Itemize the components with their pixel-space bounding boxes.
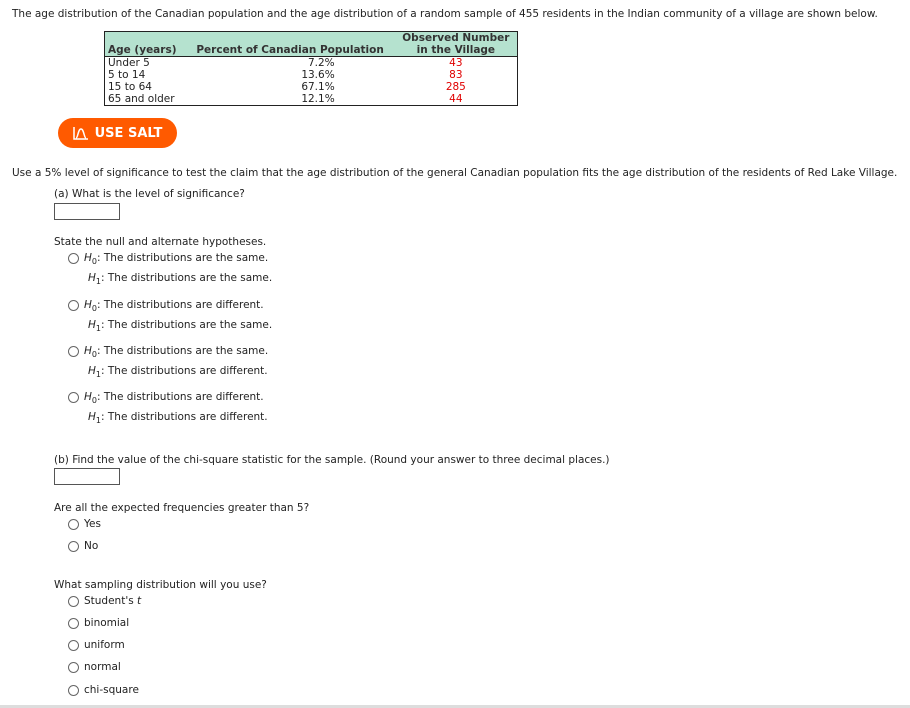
table-row: 5 to 14 13.6% 83 xyxy=(105,69,518,81)
hypothesis-option[interactable]: H0: The distributions are different. xyxy=(68,299,264,313)
age-cell: 5 to 14 xyxy=(108,69,146,81)
radio-button[interactable] xyxy=(68,299,79,311)
radio-button[interactable] xyxy=(68,639,79,651)
hypothesis-option[interactable]: H0: The distributions are the same. xyxy=(68,252,268,266)
expected-prompt: Are all the expected frequencies greater… xyxy=(54,502,310,514)
percent-cell: 12.1% xyxy=(301,93,335,105)
age-cell: 65 and older xyxy=(108,93,175,105)
percent-cell: 7.2% xyxy=(307,57,335,69)
significance-input[interactable] xyxy=(54,203,120,220)
sampling-option[interactable]: uniform xyxy=(68,639,125,651)
distribution-table: Age (years) Percent of Canadian Populati… xyxy=(104,31,518,106)
h1-text: H1: The distributions are the same. xyxy=(88,319,273,334)
observed-cell: 44 xyxy=(449,93,463,105)
bell-curve-icon xyxy=(72,127,88,140)
header-observed: Observed Number in the Village xyxy=(394,31,518,57)
percent-cell: 13.6% xyxy=(301,69,335,81)
radio-button[interactable] xyxy=(68,391,79,403)
header-percent: Percent of Canadian Population xyxy=(185,31,395,57)
sampling-option[interactable]: normal xyxy=(68,661,121,673)
hypothesis-option[interactable]: H0: The distributions are different. xyxy=(68,391,264,405)
radio-button[interactable] xyxy=(68,518,79,530)
age-cell: 15 to 64 xyxy=(108,81,152,93)
h1-text: H1: The distributions are different. xyxy=(88,411,268,426)
table-row: 15 to 64 67.1% 285 xyxy=(105,81,518,93)
percent-cell: 67.1% xyxy=(301,81,335,93)
hypothesis-option[interactable]: H0: The distributions are the same. xyxy=(68,345,268,359)
use-salt-button[interactable]: USE SALT xyxy=(58,118,177,148)
part-a-question: (a) What is the level of significance? xyxy=(54,188,245,200)
radio-button[interactable] xyxy=(68,595,79,607)
radio-button[interactable] xyxy=(68,345,79,357)
part-b-question: (b) Find the value of the chi-square sta… xyxy=(54,454,610,466)
age-cell: Under 5 xyxy=(108,57,150,69)
claim-text: Use a 5% level of significance to test t… xyxy=(12,167,898,179)
intro-text: The age distribution of the Canadian pop… xyxy=(12,8,878,20)
sampling-option[interactable]: binomial xyxy=(68,617,129,629)
sampling-option[interactable]: Student's t xyxy=(68,595,141,607)
observed-cell: 43 xyxy=(449,57,463,69)
observed-cell: 285 xyxy=(445,81,466,93)
header-age: Age (years) xyxy=(104,31,186,57)
radio-button[interactable] xyxy=(68,252,79,264)
sampling-option[interactable]: chi-square xyxy=(68,684,139,696)
radio-button[interactable] xyxy=(68,684,79,696)
radio-button[interactable] xyxy=(68,661,79,673)
table-row: Under 5 7.2% 43 xyxy=(105,57,518,70)
radio-button[interactable] xyxy=(68,617,79,629)
expected-option-no[interactable]: No xyxy=(68,540,98,552)
expected-option-yes[interactable]: Yes xyxy=(68,518,101,530)
chi-square-input[interactable] xyxy=(54,468,120,485)
observed-cell: 83 xyxy=(449,69,463,81)
h1-text: H1: The distributions are the same. xyxy=(88,272,273,287)
hypotheses-prompt: State the null and alternate hypotheses. xyxy=(54,236,267,248)
h1-text: H1: The distributions are different. xyxy=(88,365,268,380)
table-row: 65 and older 12.1% 44 xyxy=(105,93,518,106)
sampling-prompt: What sampling distribution will you use? xyxy=(54,579,267,591)
use-salt-label: USE SALT xyxy=(94,125,163,141)
radio-button[interactable] xyxy=(68,540,79,552)
